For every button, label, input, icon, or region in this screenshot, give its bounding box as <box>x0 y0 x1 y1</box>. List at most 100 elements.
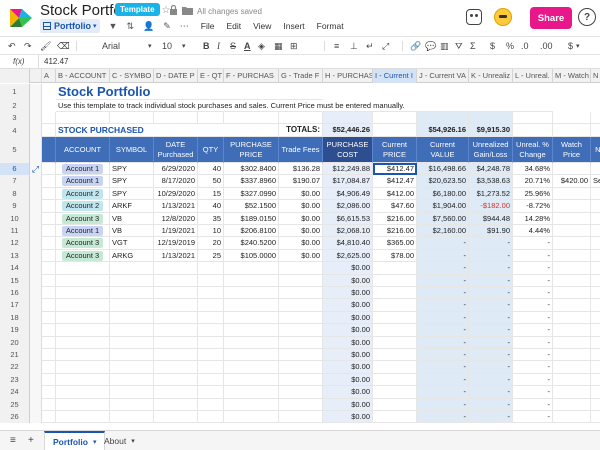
cell[interactable] <box>110 324 154 337</box>
menu-icon[interactable]: ≡ <box>10 435 16 446</box>
cell[interactable] <box>198 112 224 124</box>
cell[interactable] <box>553 386 591 399</box>
unrealized-pct-cell[interactable]: - <box>513 361 553 374</box>
cell[interactable] <box>198 274 224 287</box>
date-cell[interactable]: 1/13/2021 <box>154 200 198 213</box>
cell[interactable] <box>279 274 323 287</box>
cell[interactable] <box>154 361 198 374</box>
watch-price-cell[interactable] <box>553 163 591 176</box>
date-cell[interactable]: 6/29/2020 <box>154 163 198 176</box>
qty-cell[interactable]: 10 <box>198 225 224 238</box>
cell[interactable] <box>279 112 323 124</box>
column-header[interactable]: D - DATE P <box>154 69 198 83</box>
qty-cell[interactable]: 40 <box>198 200 224 213</box>
qty-cell[interactable]: 25 <box>198 249 224 263</box>
cell[interactable] <box>154 386 198 399</box>
current-value-cell[interactable]: - <box>417 262 469 275</box>
trade-fees-cell[interactable]: $0.00 <box>279 212 323 225</box>
unrealized-gain-cell[interactable]: - <box>469 386 513 399</box>
cell[interactable] <box>56 262 110 275</box>
cell[interactable] <box>42 274 56 287</box>
row-header[interactable]: 23 <box>0 373 30 387</box>
row-drag-handle[interactable] <box>30 386 42 399</box>
row-drag-handle[interactable] <box>30 124 42 137</box>
cell[interactable] <box>591 337 600 349</box>
cell[interactable] <box>591 287 600 300</box>
unrealized-gain-cell[interactable]: - <box>469 349 513 362</box>
account-cell[interactable]: Account 1 <box>56 175 110 188</box>
unrealized-gain-cell[interactable]: - <box>469 361 513 374</box>
cell[interactable] <box>279 287 323 300</box>
column-header[interactable]: M - Watch <box>553 69 591 83</box>
purchase-price-cell[interactable]: $189.0150 <box>224 212 279 225</box>
cell[interactable] <box>224 287 279 300</box>
sheet-grid[interactable]: AB - ACCOUNT C - SYMBO D - DATE PE - QT F -… <box>0 69 600 430</box>
current-value-cell[interactable]: $1,904.00 <box>417 200 469 213</box>
chart-icon[interactable]: ▥ <box>440 40 449 52</box>
row-drag-handle[interactable] <box>30 398 42 411</box>
account-cell[interactable]: Account 3 <box>56 249 110 263</box>
row-header[interactable]: 22 <box>0 361 30 374</box>
column-title[interactable]: Watch Price <box>553 137 591 163</box>
qty-cell[interactable]: 15 <box>198 187 224 201</box>
select-all-corner[interactable] <box>0 69 30 83</box>
unrealized-gain-cell[interactable]: - <box>469 373 513 387</box>
cell[interactable] <box>56 299 110 312</box>
cell[interactable] <box>553 361 591 374</box>
row-drag-handle[interactable] <box>30 200 42 213</box>
paint-format-icon[interactable]: 🖌 <box>40 40 51 52</box>
qty-cell[interactable]: 20 <box>198 237 224 250</box>
purchase-cost-cell[interactable]: $0.00 <box>323 398 373 411</box>
column-title[interactable]: ACCOUNT <box>56 137 110 163</box>
cell[interactable] <box>373 124 417 137</box>
row-drag-handle[interactable] <box>30 336 42 349</box>
purchase-cost-cell[interactable]: $0.00 <box>323 262 373 275</box>
cell[interactable] <box>110 386 154 399</box>
cell[interactable] <box>373 373 417 387</box>
unrealized-pct-cell[interactable]: 25.96% <box>513 187 553 201</box>
cell[interactable] <box>373 287 417 300</box>
purchase-cost-cell[interactable]: $0.00 <box>323 274 373 287</box>
row-header[interactable]: 21 <box>0 349 30 362</box>
sheet-description[interactable]: Use this template to track individual st… <box>56 100 553 112</box>
cell[interactable] <box>279 398 323 411</box>
cell[interactable] <box>224 124 279 137</box>
purchase-cost-cell[interactable]: $0.00 <box>323 373 373 387</box>
symbol-cell[interactable]: VGT <box>110 237 154 250</box>
watch-price-cell[interactable] <box>553 200 591 213</box>
decrease-decimal-button[interactable]: .0 <box>521 40 529 52</box>
cell[interactable] <box>42 299 56 312</box>
cell[interactable] <box>553 274 591 287</box>
cell[interactable] <box>154 336 198 349</box>
formula-input[interactable]: 412.47 <box>44 57 68 66</box>
row-header[interactable]: 16 <box>0 287 30 300</box>
cell[interactable] <box>42 411 56 424</box>
more-icon[interactable]: ⋯ <box>180 21 189 32</box>
note-cell[interactable] <box>591 225 600 238</box>
note-cell[interactable] <box>591 200 600 213</box>
cell[interactable] <box>553 311 591 325</box>
column-header[interactable]: G - Trade F <box>279 69 323 83</box>
person-icon[interactable]: 👤 <box>143 21 154 32</box>
watch-price-cell[interactable] <box>553 249 591 263</box>
cell[interactable] <box>591 312 600 325</box>
page-selector[interactable]: Portfolio ▾ <box>40 19 100 33</box>
cell[interactable] <box>591 349 600 362</box>
unrealized-pct-cell[interactable]: 4.44% <box>513 225 553 238</box>
cell[interactable] <box>110 274 154 287</box>
cell[interactable] <box>42 112 56 124</box>
cell[interactable] <box>110 287 154 300</box>
clear-format-icon[interactable]: ⌫ <box>57 40 70 52</box>
current-value-cell[interactable]: - <box>417 411 469 424</box>
share-button[interactable]: Share <box>530 7 572 29</box>
cell[interactable] <box>110 311 154 325</box>
cell[interactable] <box>56 274 110 287</box>
cell[interactable] <box>198 324 224 337</box>
unrealized-gain-cell[interactable]: $3,538.63 <box>469 175 513 188</box>
row-drag-handle[interactable] <box>30 324 42 337</box>
current-price-cell[interactable]: $365.00 <box>373 237 417 250</box>
cell[interactable] <box>42 163 56 176</box>
cell[interactable] <box>42 287 56 300</box>
current-value-cell[interactable]: $6,180.00 <box>417 187 469 201</box>
redo-icon[interactable]: ↷ <box>24 40 32 52</box>
